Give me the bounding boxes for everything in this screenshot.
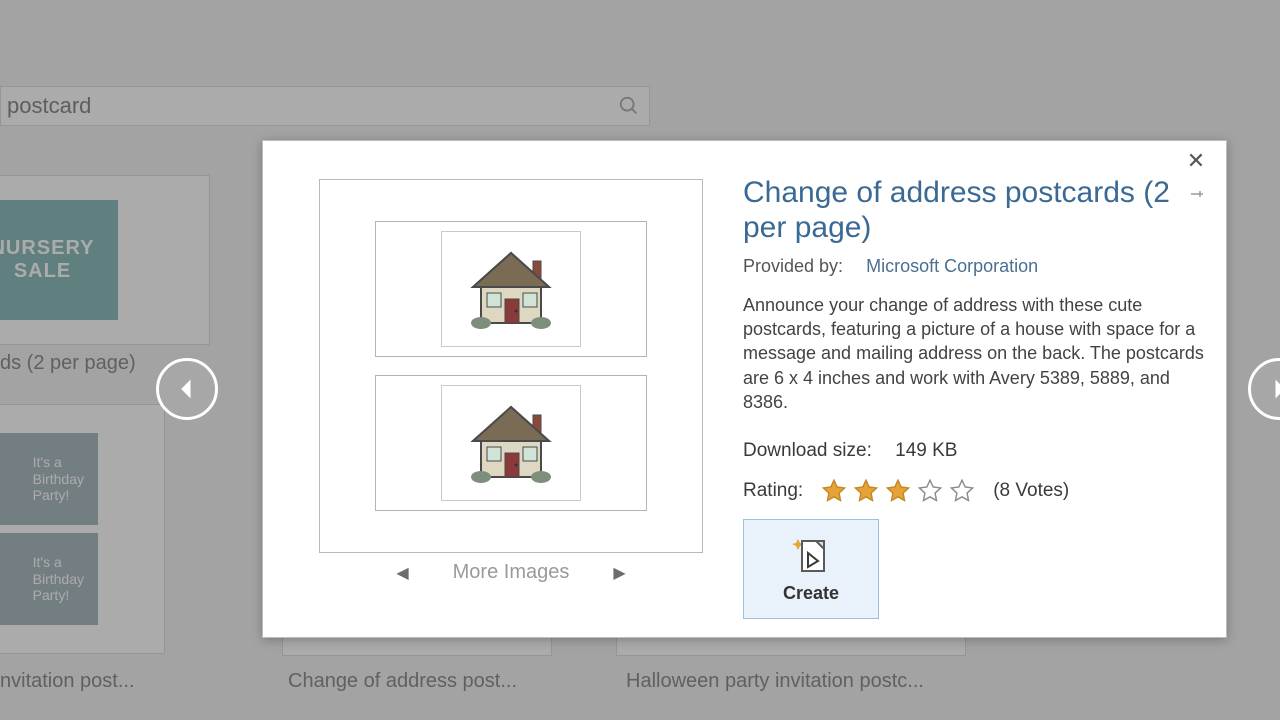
star-filled-icon [885, 478, 911, 504]
template-preview [319, 179, 703, 553]
rating-stars [821, 478, 975, 504]
rating-label: Rating: [743, 480, 803, 502]
more-images-prev-icon[interactable]: ◀ [396, 563, 408, 583]
template-preview-dialog: ✕ [262, 140, 1227, 638]
provided-by: Provided by: Microsoft Corporation [743, 256, 1211, 277]
download-size: Download size: 149 KB [743, 440, 1211, 462]
create-icon [790, 535, 832, 577]
house-icon [441, 385, 581, 501]
download-value: 149 KB [895, 440, 957, 461]
prev-template-button[interactable] [156, 358, 218, 420]
template-title: Change of address postcards (2 per page) [743, 175, 1211, 246]
more-images-next-icon[interactable]: ▶ [613, 563, 625, 583]
rating-row: Rating: (8 Votes) [743, 478, 1211, 504]
star-filled-icon [821, 478, 847, 504]
star-empty-icon [917, 478, 943, 504]
template-details: Change of address postcards (2 per page)… [743, 175, 1211, 504]
star-empty-icon [949, 478, 975, 504]
template-description: Announce your change of address with the… [743, 293, 1211, 414]
postcard-preview [375, 221, 647, 357]
more-images-label: More Images [453, 561, 570, 584]
create-button[interactable]: Create [743, 519, 879, 619]
create-label: Create [783, 583, 839, 604]
provided-label: Provided by: [743, 256, 843, 276]
close-icon[interactable]: ✕ [1184, 149, 1208, 173]
provider-name: Microsoft Corporation [866, 256, 1038, 276]
more-images-nav: ◀ More Images ▶ [319, 561, 703, 584]
star-filled-icon [853, 478, 879, 504]
votes-count: (8 Votes) [993, 480, 1069, 502]
download-label: Download size: [743, 440, 872, 461]
house-icon [441, 231, 581, 347]
postcard-preview [375, 375, 647, 511]
